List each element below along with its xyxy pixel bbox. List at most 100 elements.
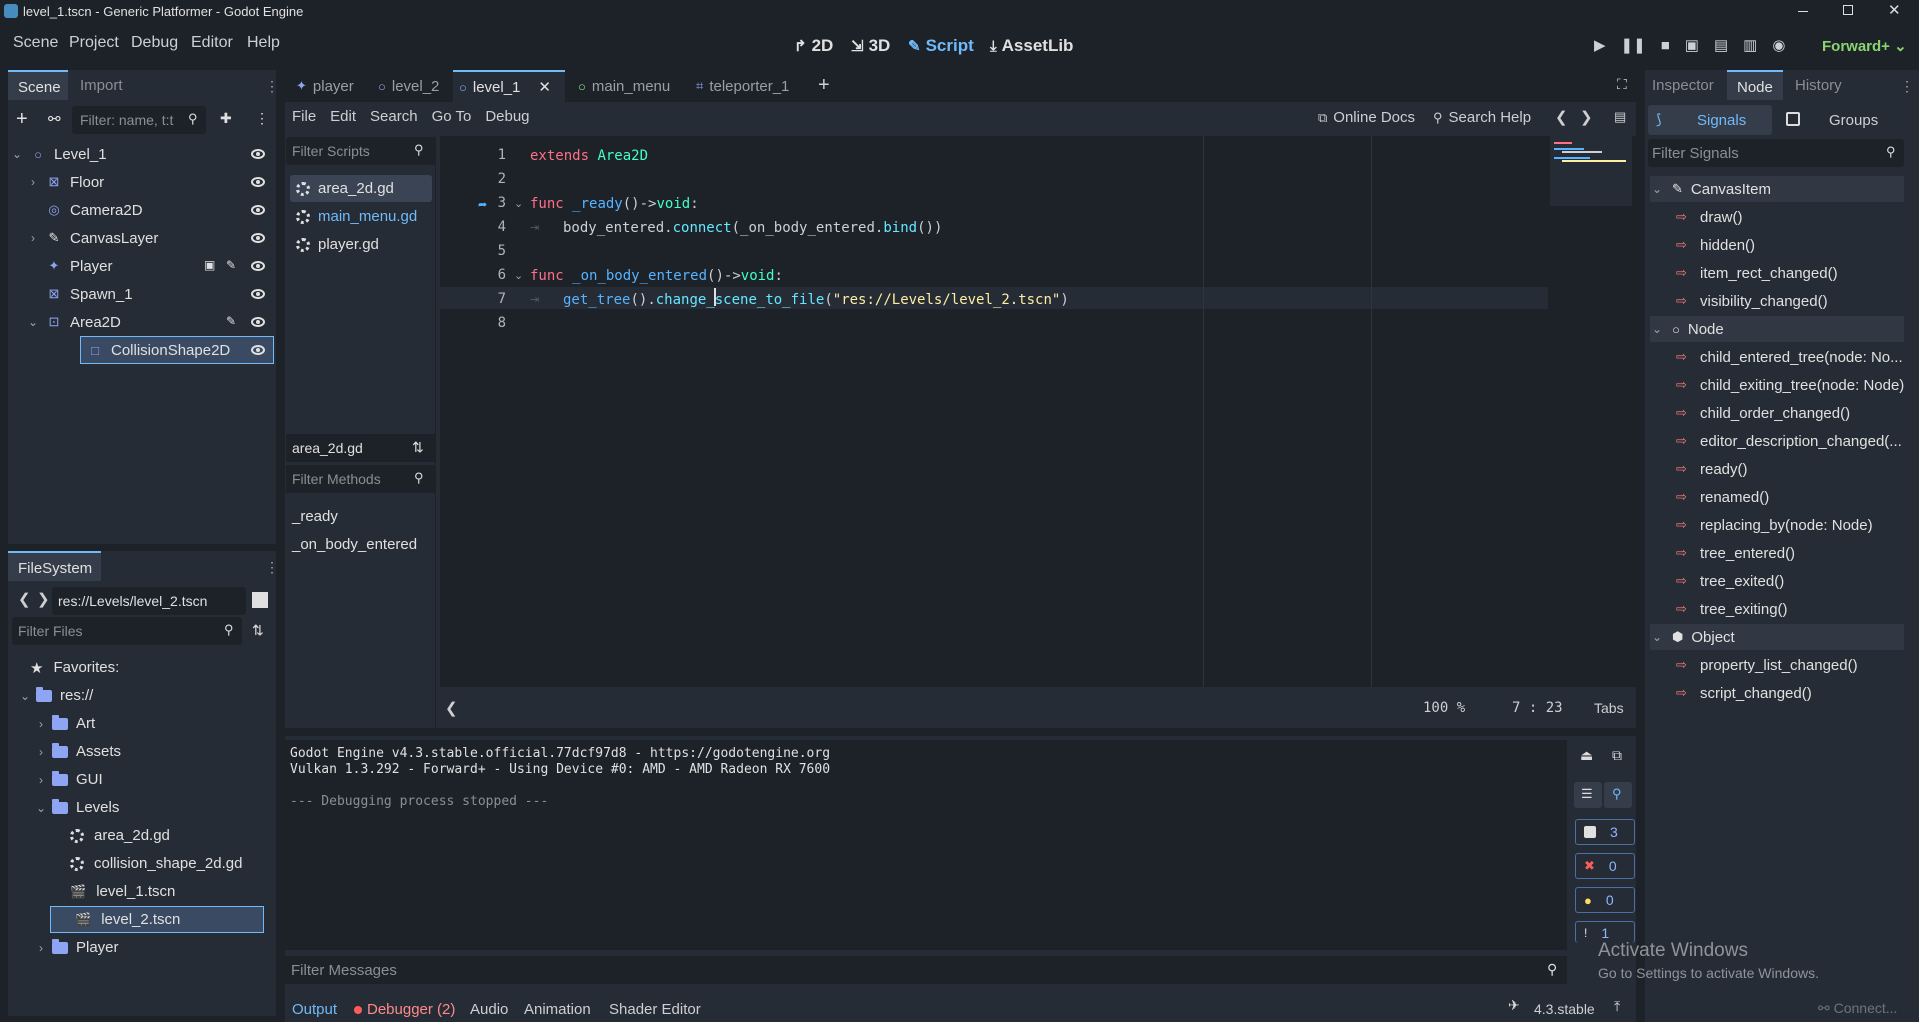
chevron-icon[interactable]: › [26,231,40,245]
search-toggle[interactable]: ⚲ [1604,782,1632,808]
clear-output-icon[interactable]: ⏏ [1580,747,1593,764]
menu-scene[interactable]: Scene [13,34,58,52]
signal-group-canvasitem[interactable]: ⌄ ✎ CanvasItem [1650,176,1904,202]
chevron-icon[interactable]: ⌄ [26,315,40,329]
sort-icon[interactable]: ⇅ [252,622,264,639]
dock-menu-icon[interactable]: ⋮ [265,559,279,576]
scene-tab-main_menu[interactable]: ○ main_menu [572,70,684,102]
scene-node-canvaslayer[interactable]: › ✎ CanvasLayer [10,224,274,252]
add-tab-icon[interactable]: + [818,74,830,97]
signal-group-object[interactable]: ⌄ ⬢ Object [1650,624,1904,650]
expand-bottom-panel-icon[interactable]: ⤒ [1614,998,1620,1015]
script-menu-debug[interactable]: Debug [485,108,529,125]
tab-import[interactable]: Import [80,77,123,94]
script-menu-edit[interactable]: Edit [330,108,356,125]
filter-messages-toggle[interactable]: 3 [1575,819,1635,845]
signal-item[interactable]: ⇨ editor_description_changed(... [1676,428,1902,454]
signals-tab[interactable]: ⟆ Signals [1648,105,1772,135]
scene-node-collisionshape2d[interactable]: □ CollisionShape2D [80,336,274,364]
scene-filter-input[interactable]: Filter: name, t:t ⚲ [72,106,206,134]
play-icon[interactable]: ▶ [1594,36,1606,54]
visibility-eye-icon[interactable] [251,233,265,243]
signal-item[interactable]: ⇨ hidden() [1676,232,1755,258]
chevron-icon[interactable]: ⌄ [18,689,32,703]
method-item[interactable]: _ready [292,508,338,525]
workspace-assetlib-button[interactable]: ⤓ AssetLib [990,36,1073,56]
forward-icon[interactable]: ❯ [37,590,50,608]
connect-button[interactable]: ⚯ Connect... [1818,1000,1897,1017]
scene-tab-level_2[interactable]: ○ level_2 [372,70,450,102]
chevron-icon[interactable]: › [34,941,48,955]
visibility-eye-icon[interactable] [251,317,265,327]
signal-item[interactable]: ⇨ tree_exiting() [1676,596,1788,622]
menu-help[interactable]: Help [247,34,280,52]
method-item[interactable]: _on_body_entered [292,536,417,553]
signal-item[interactable]: ⇨ tree_exited() [1676,568,1784,594]
zoom-level[interactable]: 100 % [1423,700,1465,716]
collapse-toggle[interactable]: ☰ [1574,782,1602,808]
code-line[interactable]: body_entered. connect(_on_body_entered. bi… [563,217,942,239]
workspace-script-button[interactable]: ✎ Script [908,36,974,56]
sort-icon[interactable]: ⇅ [412,439,424,456]
signal-item[interactable]: ⇨ child_entered_tree(node: No... [1676,344,1903,370]
scene-instance-icon[interactable]: ▣ [204,258,215,272]
chevron-down-icon[interactable]: ⌄ [1650,630,1664,644]
play-custom-scene-icon[interactable]: ▥ [1743,36,1757,54]
tab-filesystem[interactable]: FileSystem [8,551,101,581]
signal-item[interactable]: ⇨ replacing_by(node: Node) [1676,512,1873,538]
visibility-eye-icon[interactable] [251,177,265,187]
file-item-player[interactable]: › Player [34,934,119,961]
restore-icon[interactable] [1843,5,1853,15]
visibility-eye-icon[interactable] [251,261,265,271]
menu-project[interactable]: Project [69,34,119,52]
tab-audio[interactable]: Audio [470,1001,508,1018]
movie-maker-icon[interactable]: ◉ [1772,36,1785,54]
minimap[interactable] [1550,136,1632,206]
code-line[interactable]: func _ready()->void:func _ready()->void: [530,193,699,215]
code-line[interactable]: get_tree(). change_scene_to_file("res://L… [563,289,1069,311]
filter-warnings-toggle[interactable]: ● 0 [1575,887,1635,913]
filter-errors-toggle[interactable]: ✖ 0 [1575,853,1635,879]
file-item-res-[interactable]: ⌄ res:// [18,682,93,709]
path-field[interactable]: res://Levels/level_2.tscn [52,587,246,615]
close-window-icon[interactable]: ✕ [1888,1,1901,19]
file-item-level-1-tscn[interactable]: 🎬 level_1.tscn [50,878,175,905]
search-help-button[interactable]: ⚲ Search Help [1433,109,1531,126]
close-tab-icon[interactable]: ✕ [538,78,551,96]
file-item-collision-shape-2d-gd[interactable]: collision_shape_2d.gd [50,850,242,877]
signal-item[interactable]: ⇨ item_rect_changed() [1676,260,1838,286]
tab-shader-editor[interactable]: Shader Editor [609,1001,701,1018]
tab-history[interactable]: History [1795,77,1842,94]
script-item-area-2d-gd[interactable]: area_2d.gd [290,175,432,202]
workspace-2d-button[interactable]: ↱ 2D [794,36,833,56]
groups-icon[interactable] [1786,112,1800,126]
fold-arrow-icon[interactable]: ⌄ [514,269,523,282]
file-item-art[interactable]: › Art [34,710,95,737]
favorites-row[interactable]: ★ Favorites: [30,654,119,681]
chevron-icon[interactable]: ⌄ [10,147,24,161]
file-item-levels[interactable]: ⌄ Levels [34,794,119,821]
history-back-icon[interactable]: ❮ [1555,108,1568,126]
stop-icon[interactable]: ■ [1661,37,1670,54]
code-line[interactable]: extends Area2Dextends Area2D [530,145,648,167]
signal-item[interactable]: ⇨ tree_entered() [1676,540,1795,566]
chevron-icon[interactable]: ⌄ [34,801,48,815]
tab-inspector[interactable]: Inspector [1652,77,1714,94]
copy-output-icon[interactable]: ⧉ [1612,747,1622,764]
script-menu-goto[interactable]: Go To [432,108,472,125]
code-line[interactable]: func _on_body_entered()->void:func _on_b… [530,265,783,287]
signal-item[interactable]: ⇨ ready() [1676,456,1748,482]
visibility-eye-icon[interactable] [251,205,265,215]
visibility-eye-icon[interactable] [251,345,265,355]
scene-tree-menu-icon[interactable]: ⋮ [255,110,269,127]
script-icon[interactable]: ✎ [226,258,236,272]
tab-output[interactable]: Output [292,1001,337,1018]
signal-item[interactable]: ⇨ renamed() [1676,484,1769,510]
scene-tab-player[interactable]: ✦ player [290,70,368,102]
signal-item[interactable]: ⇨ child_exiting_tree(node: Node) [1676,372,1904,398]
visibility-eye-icon[interactable] [251,289,265,299]
signal-item[interactable]: ⇨ visibility_changed() [1676,288,1828,314]
history-forward-icon[interactable]: ❯ [1580,108,1593,126]
script-menu-file[interactable]: File [292,108,316,125]
filter-messages-input[interactable]: Filter Messages ⚲ [285,956,1567,984]
